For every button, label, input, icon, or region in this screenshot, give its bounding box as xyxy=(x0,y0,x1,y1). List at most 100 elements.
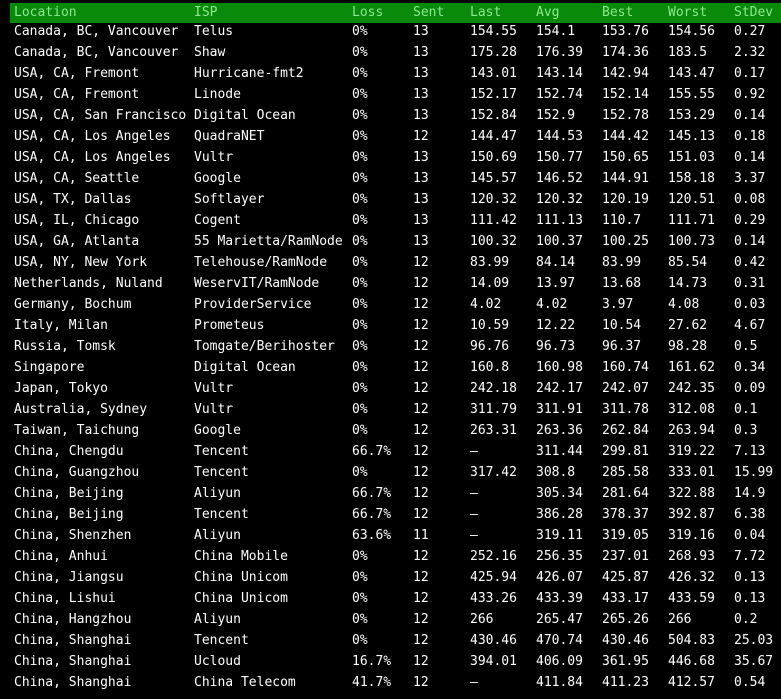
cell-stdev: 35.67 xyxy=(734,654,774,669)
cell-last: – xyxy=(470,528,478,543)
cell-worst: 100.73 xyxy=(668,234,715,249)
cell-worst: 98.28 xyxy=(668,339,708,354)
cell-loss: 0% xyxy=(352,402,368,417)
cell-stdev: 0.2 xyxy=(734,612,758,627)
cell-last: 317.42 xyxy=(470,465,517,480)
cell-location: Canada, BC, Vancouver xyxy=(14,45,179,60)
header-location: Location xyxy=(14,5,77,20)
cell-sent: 12 xyxy=(413,444,429,459)
cell-last: 252.16 xyxy=(470,549,517,564)
cell-best: 411.23 xyxy=(602,675,649,690)
cell-worst: 319.22 xyxy=(668,444,715,459)
cell-best: 378.37 xyxy=(602,507,649,522)
cell-loss: 0% xyxy=(352,591,368,606)
cell-stdev: 0.14 xyxy=(734,108,766,123)
cell-sent: 12 xyxy=(413,339,429,354)
cell-sent: 11 xyxy=(413,528,429,543)
cell-isp: Prometeus xyxy=(194,318,265,333)
cell-isp: Linode xyxy=(194,87,241,102)
cell-location: China, Lishui xyxy=(14,591,116,606)
cell-last: 266 xyxy=(470,612,494,627)
cell-isp: Digital Ocean xyxy=(194,360,296,375)
cell-last: 425.94 xyxy=(470,570,517,585)
cell-stdev: 0.92 xyxy=(734,87,766,102)
cell-best: 153.76 xyxy=(602,24,649,39)
cell-stdev: 0.5 xyxy=(734,339,758,354)
cell-loss: 0% xyxy=(352,24,368,39)
cell-last: 10.59 xyxy=(470,318,510,333)
table-row: USA, CA, Los Angeles QuadraNET 0% 12 144.47 1… xyxy=(0,126,781,147)
cell-last: 145.57 xyxy=(470,171,517,186)
cell-best: 160.74 xyxy=(602,360,649,375)
cell-loss: 0% xyxy=(352,171,368,186)
cell-worst: 120.51 xyxy=(668,192,715,207)
cell-best: 311.78 xyxy=(602,402,649,417)
cell-sent: 12 xyxy=(413,297,429,312)
cell-stdev: 0.27 xyxy=(734,24,766,39)
cell-stdev: 0.08 xyxy=(734,192,766,207)
cell-best: 319.05 xyxy=(602,528,649,543)
cell-isp: China Mobile xyxy=(194,549,288,564)
cell-sent: 12 xyxy=(413,675,429,690)
cell-avg: 311.44 xyxy=(536,444,583,459)
cell-worst: 319.16 xyxy=(668,528,715,543)
cell-worst: 322.88 xyxy=(668,486,715,501)
cell-best: 120.19 xyxy=(602,192,649,207)
cell-sent: 13 xyxy=(413,87,429,102)
cell-best: 83.99 xyxy=(602,255,642,270)
cell-sent: 12 xyxy=(413,255,429,270)
cell-location: Taiwan, Taichung xyxy=(14,423,140,438)
cell-last: 144.47 xyxy=(470,129,517,144)
table-row: USA, CA, Fremont Hurricane-fmt2 0% 13 143.01… xyxy=(0,63,781,84)
cell-sent: 13 xyxy=(413,24,429,39)
header-loss: Loss xyxy=(352,5,384,20)
cell-location: USA, CA, Fremont xyxy=(14,66,140,81)
table-row: China, Beijing Tencent 66.7% 12 – 386.28 378.3… xyxy=(0,504,781,525)
cell-stdev: 0.1 xyxy=(734,402,758,417)
cell-location: China, Beijing xyxy=(14,507,124,522)
cell-sent: 12 xyxy=(413,654,429,669)
cell-loss: 0% xyxy=(352,381,368,396)
cell-stdev: 0.14 xyxy=(734,150,766,165)
cell-loss: 0% xyxy=(352,45,368,60)
cell-loss: 41.7% xyxy=(352,675,392,690)
table-row: Canada, BC, Vancouver Telus 0% 13 154.55 154.… xyxy=(0,21,781,42)
cell-location: China, Jiangsu xyxy=(14,570,124,585)
cell-last: 150.69 xyxy=(470,150,517,165)
table-row: Netherlands, Nuland WeservIT/RamNode 0% 12 1… xyxy=(0,273,781,294)
cell-worst: 4.08 xyxy=(668,297,700,312)
cell-worst: 412.57 xyxy=(668,675,715,690)
cell-sent: 13 xyxy=(413,45,429,60)
cell-best: 110.7 xyxy=(602,213,642,228)
cell-best: 142.94 xyxy=(602,66,649,81)
cell-sent: 12 xyxy=(413,276,429,291)
cell-location: China, Shanghai xyxy=(14,654,132,669)
cell-avg: 265.47 xyxy=(536,612,583,627)
cell-best: 96.37 xyxy=(602,339,642,354)
cell-worst: 266 xyxy=(668,612,692,627)
cell-location: USA, NY, New York xyxy=(14,255,148,270)
table-row: China, Jiangsu China Unicom 0% 12 425.94 426.… xyxy=(0,567,781,588)
cell-loss: 0% xyxy=(352,66,368,81)
cell-avg: 143.14 xyxy=(536,66,583,81)
cell-isp: Telus xyxy=(194,24,234,39)
table-row: USA, GA, Atlanta 55 Marietta/RamNode 0% 13 1… xyxy=(0,231,781,252)
cell-worst: 392.87 xyxy=(668,507,715,522)
cell-avg: 305.34 xyxy=(536,486,583,501)
cell-best: 237.01 xyxy=(602,549,649,564)
cell-last: 175.28 xyxy=(470,45,517,60)
cell-stdev: 0.29 xyxy=(734,213,766,228)
cell-stdev: 0.31 xyxy=(734,276,766,291)
cell-sent: 12 xyxy=(413,423,429,438)
cell-avg: 84.14 xyxy=(536,255,576,270)
table-row: USA, IL, Chicago Cogent 0% 13 111.42 111.13 11… xyxy=(0,210,781,231)
cell-avg: 160.98 xyxy=(536,360,583,375)
cell-isp: Vultr xyxy=(194,381,234,396)
cell-loss: 0% xyxy=(352,150,368,165)
cell-worst: 446.68 xyxy=(668,654,715,669)
cell-best: 152.78 xyxy=(602,108,649,123)
cell-sent: 12 xyxy=(413,360,429,375)
cell-last: 111.42 xyxy=(470,213,517,228)
cell-stdev: 6.38 xyxy=(734,507,766,522)
header-best: Best xyxy=(602,5,634,20)
